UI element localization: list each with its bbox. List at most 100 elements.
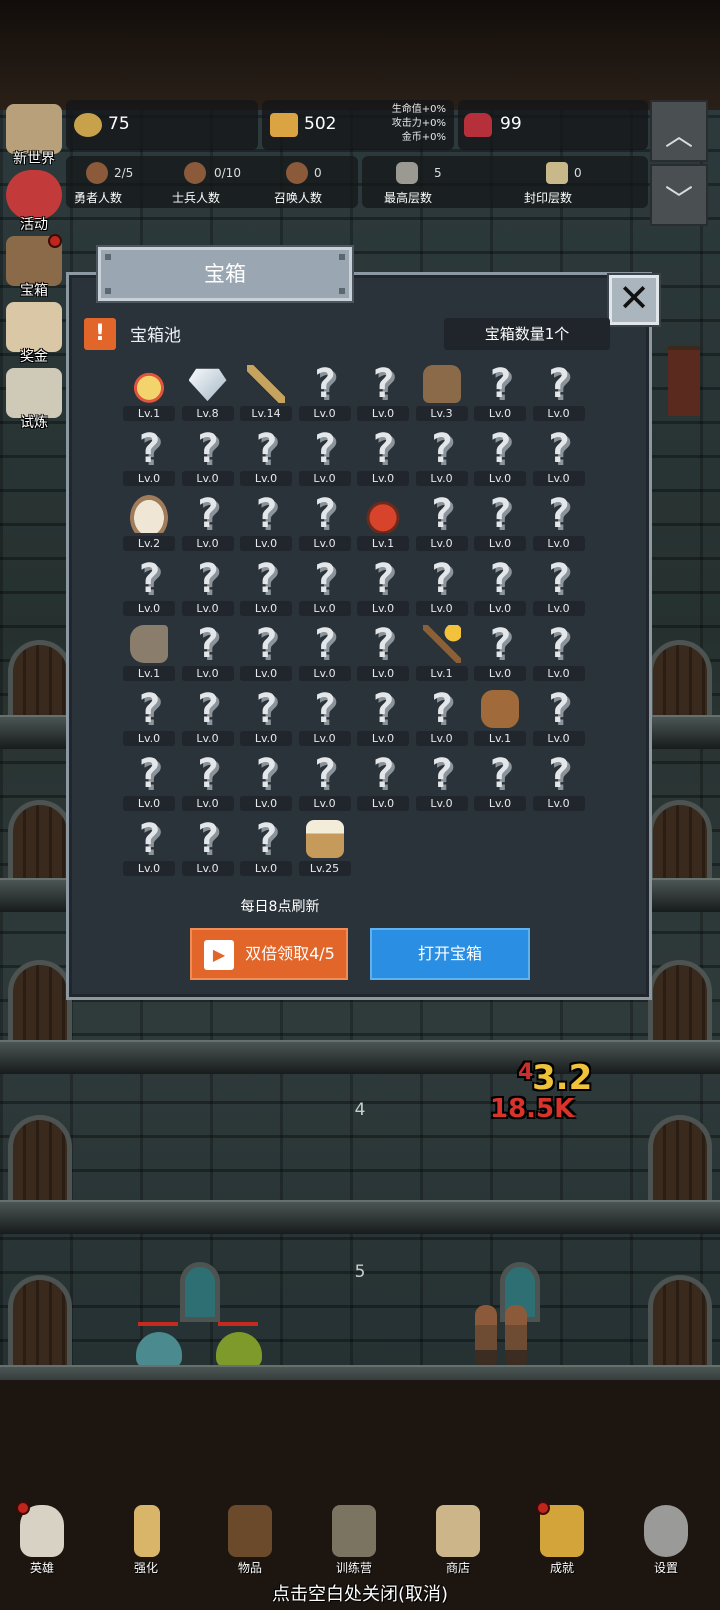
- chest-item[interactable]: ? Lv.0: [474, 492, 526, 552]
- chest-item[interactable]: ? Lv.0: [415, 427, 468, 487]
- chest-item[interactable]: ? Lv.0: [474, 622, 526, 682]
- chest-item[interactable]: ? Lv.0: [532, 427, 585, 487]
- chest-item[interactable]: ? Lv.0: [181, 622, 234, 682]
- chest-item[interactable]: ? Lv.0: [123, 817, 175, 877]
- unknown-item-icon: ?: [136, 556, 162, 602]
- dungeon-door: [8, 1275, 72, 1375]
- chest-item[interactable]: ? Lv.0: [415, 752, 468, 812]
- chest-item[interactable]: ? Lv.0: [357, 687, 409, 747]
- chest-item[interactable]: ? Lv.0: [240, 622, 292, 682]
- nav-achievement[interactable]: 成就: [520, 1501, 600, 1577]
- scroll-up-button[interactable]: ︿: [650, 100, 708, 162]
- chest-item[interactable]: ? Lv.0: [181, 687, 234, 747]
- chest-item[interactable]: ? Lv.0: [181, 752, 234, 812]
- left-nav-activity[interactable]: 活动: [2, 168, 66, 233]
- chest-item[interactable]: ? Lv.0: [415, 557, 468, 617]
- chest-item[interactable]: ? Lv.0: [298, 362, 351, 422]
- chest-item[interactable]: ? Lv.0: [298, 621, 351, 682]
- chest-item[interactable]: ? Lv.0: [415, 492, 468, 552]
- chest-item[interactable]: ? Lv.0: [532, 557, 585, 617]
- item-level: Lv.14: [240, 406, 292, 421]
- item-level: Lv.0: [298, 536, 351, 551]
- chest-item[interactable]: ? Lv.0: [532, 752, 585, 812]
- chest-item[interactable]: ? Lv.0: [532, 687, 585, 747]
- double-claim-button[interactable]: ▶ 双倍领取4/5: [190, 928, 348, 980]
- stat-label: 召唤人数: [274, 191, 323, 205]
- chest-item[interactable]: Lv.3: [415, 362, 468, 422]
- nav-training-camp[interactable]: 训练营: [312, 1505, 392, 1577]
- chest-item[interactable]: ? Lv.0: [240, 687, 292, 747]
- chest-item[interactable]: ? Lv.0: [474, 557, 526, 617]
- chest-item[interactable]: ? Lv.0: [240, 492, 292, 552]
- chest-item[interactable]: ? Lv.0: [240, 427, 292, 487]
- chest-item[interactable]: ? Lv.0: [240, 557, 292, 617]
- chest-pool-label: 宝箱池: [130, 326, 181, 346]
- chest-item[interactable]: Lv.1: [415, 622, 468, 682]
- chest-item[interactable]: Lv.1: [123, 362, 175, 422]
- chest-item[interactable]: ? Lv.0: [357, 557, 409, 617]
- open-chest-button[interactable]: 打开宝箱: [370, 928, 530, 980]
- close-hint[interactable]: 点击空白处关闭(取消): [0, 1580, 720, 1606]
- chest-item[interactable]: ? Lv.0: [123, 687, 175, 747]
- chest-item[interactable]: ? Lv.0: [357, 362, 409, 422]
- unknown-item-icon: ?: [312, 621, 337, 667]
- left-nav-trial[interactable]: 试炼: [2, 366, 66, 431]
- chest-item[interactable]: ? Lv.0: [532, 492, 585, 552]
- chest-item[interactable]: ? Lv.0: [298, 492, 351, 552]
- nav-items[interactable]: 物品: [208, 1505, 288, 1577]
- nav-settings[interactable]: 设置: [624, 1505, 704, 1577]
- chest-item[interactable]: Lv.1: [357, 492, 409, 552]
- left-nav-chest[interactable]: 宝箱: [2, 234, 66, 299]
- chest-item[interactable]: Lv.1: [123, 622, 175, 682]
- chest-item[interactable]: ? Lv.0: [181, 427, 234, 487]
- nav-enhance[interactable]: 强化: [104, 1505, 184, 1577]
- wall-banner: [668, 346, 700, 416]
- chest-item[interactable]: ? Lv.0: [357, 622, 409, 682]
- chest-item[interactable]: Lv.2: [123, 492, 175, 552]
- item-level: Lv.0: [357, 471, 409, 486]
- chest-item[interactable]: ? Lv.0: [123, 752, 175, 812]
- chest-item[interactable]: Lv.14: [240, 362, 292, 422]
- chest-item[interactable]: ? Lv.0: [298, 556, 351, 617]
- chest-item[interactable]: ? Lv.0: [181, 817, 234, 877]
- chest-item[interactable]: ? Lv.0: [415, 687, 468, 747]
- nav-hero[interactable]: 英雄: [0, 1501, 80, 1577]
- unknown-item-icon: ?: [312, 556, 337, 602]
- chest-item[interactable]: ? Lv.0: [181, 492, 234, 552]
- close-button[interactable]: ✕: [609, 275, 659, 325]
- chest-item[interactable]: ? Lv.0: [240, 817, 292, 877]
- damage-number-big: 3.2: [532, 1058, 593, 1098]
- chest-item[interactable]: ? Lv.0: [357, 427, 409, 487]
- unknown-item-icon: ?: [370, 556, 396, 602]
- refresh-note: 每日8点刷新: [240, 899, 320, 915]
- chest-item[interactable]: Lv.25: [298, 817, 351, 877]
- chest-item[interactable]: ? Lv.0: [474, 752, 526, 812]
- chest-item[interactable]: ? Lv.0: [123, 427, 175, 487]
- chest-count: 宝箱数量1个: [444, 318, 610, 350]
- chest-item[interactable]: ? Lv.0: [298, 752, 351, 812]
- gem-display: 99: [458, 100, 648, 150]
- chest-item[interactable]: Lv.1: [474, 687, 526, 747]
- chest-item[interactable]: ? Lv.0: [298, 427, 351, 487]
- chest-item[interactable]: Lv.8: [181, 362, 234, 422]
- item-level: Lv.0: [123, 796, 175, 811]
- nav-shop[interactable]: 商店: [416, 1505, 496, 1577]
- chest-item[interactable]: ? Lv.0: [532, 622, 585, 682]
- item-level: Lv.0: [181, 471, 234, 486]
- chest-item[interactable]: ? Lv.0: [474, 427, 526, 487]
- chest-item[interactable]: ? Lv.0: [532, 362, 585, 422]
- chest-item[interactable]: ? Lv.0: [298, 687, 351, 747]
- warning-icon[interactable]: !: [84, 318, 116, 350]
- chest-item[interactable]: ? Lv.0: [123, 557, 175, 617]
- item-level: Lv.0: [474, 796, 526, 811]
- unknown-item-icon: ?: [370, 686, 396, 732]
- chest-item[interactable]: ? Lv.0: [357, 752, 409, 812]
- beer-mug-icon: [303, 817, 347, 861]
- scroll-down-button[interactable]: ﹀: [650, 164, 708, 226]
- chest-item[interactable]: ? Lv.0: [240, 752, 292, 812]
- item-level: Lv.0: [181, 861, 234, 876]
- chest-item[interactable]: ? Lv.0: [181, 557, 234, 617]
- left-nav-bonus[interactable]: 奖金: [2, 300, 66, 365]
- chest-item[interactable]: ? Lv.0: [474, 362, 526, 422]
- left-nav-new-world[interactable]: 新世界: [2, 102, 66, 167]
